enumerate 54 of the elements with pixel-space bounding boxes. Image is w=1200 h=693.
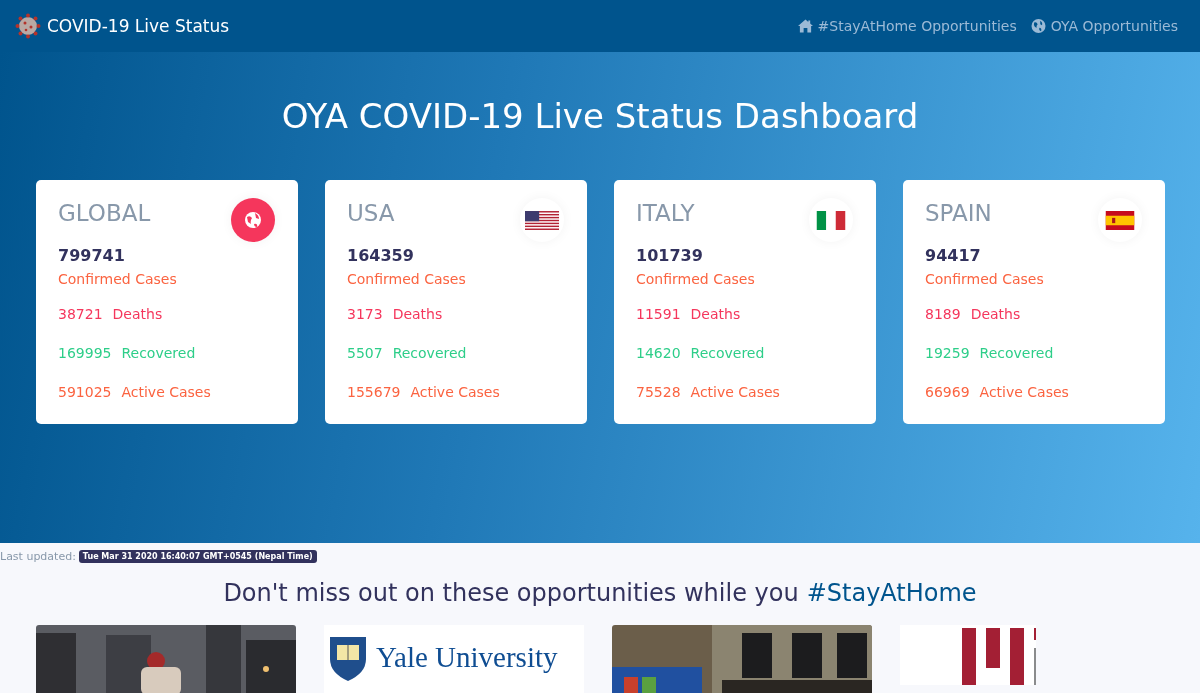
shield-icon <box>328 635 368 681</box>
timestamp-badge: Tue Mar 31 2020 16:40:07 GMT+0545 (Nepal Time) <box>78 549 317 563</box>
region-name: SPAIN <box>925 200 992 226</box>
dashboard-title: OYA COVID-19 Live Status Dashboard <box>280 96 920 136</box>
stat-value: 38721 <box>58 306 103 324</box>
last-updated-label: Last updated: <box>0 549 76 563</box>
stat-value: 3173 <box>347 306 383 324</box>
stat-value: 591025 <box>58 384 112 402</box>
stat-value: 8189 <box>925 306 961 324</box>
stat-label: Recovered <box>690 345 765 363</box>
nav-link[interactable]: #StayAtHome Opportunities <box>797 18 1017 34</box>
stat-value: 155679 <box>347 384 401 402</box>
stat-label: Deaths <box>392 306 443 324</box>
stat-label: Deaths <box>970 306 1021 324</box>
confirmed-count: 164359 <box>347 246 415 265</box>
stat-value: 5507 <box>347 345 383 363</box>
region-name: ITALY <box>636 200 695 226</box>
flag-icon <box>1103 210 1137 230</box>
confirmed-count: 101739 <box>636 246 704 265</box>
logo-card[interactable]: Yale University <box>324 625 584 693</box>
logo-text: Yale University <box>376 641 558 674</box>
confirmed-count: 94417 <box>925 246 982 265</box>
confirmed-count: 799741 <box>58 246 126 265</box>
globe-icon <box>231 198 275 242</box>
stat-value: 66969 <box>925 384 970 402</box>
stat-value: 169995 <box>58 345 112 363</box>
confirmed-label: Confirmed Cases <box>636 271 756 287</box>
flag-icon <box>814 210 848 230</box>
stat-label: Recovered <box>392 345 467 363</box>
stat-label: Recovered <box>979 345 1054 363</box>
stat-value: 19259 <box>925 345 970 363</box>
nav-link[interactable]: OYA Opportunities <box>1030 18 1178 34</box>
flag-icon <box>525 210 559 230</box>
confirmed-label: Confirmed Cases <box>58 271 178 287</box>
confirmed-label: Confirmed Cases <box>925 271 1045 287</box>
hashtag-link[interactable]: #StayAtHome <box>806 579 977 607</box>
virus-icon <box>15 13 41 39</box>
stat-label: Active Cases <box>121 384 211 402</box>
stat-value: 14620 <box>636 345 681 363</box>
stat-label: Recovered <box>121 345 196 363</box>
brand-link[interactable]: COVID-19 Live Status <box>47 16 230 36</box>
stat-label: Active Cases <box>410 384 500 402</box>
stat-value: 75528 <box>636 384 681 402</box>
section-heading: Don't miss out on these opportunities while you <box>223 579 799 607</box>
region-name: USA <box>347 200 395 226</box>
stat-value: 11591 <box>636 306 681 324</box>
region-name: GLOBAL <box>58 200 151 226</box>
stat-label: Deaths <box>112 306 163 324</box>
home-icon <box>797 19 813 33</box>
confirmed-label: Confirmed Cases <box>347 271 467 287</box>
stat-label: Active Cases <box>690 384 780 402</box>
stat-label: Deaths <box>690 306 741 324</box>
stat-label: Active Cases <box>979 384 1069 402</box>
globe-icon <box>1030 19 1046 33</box>
